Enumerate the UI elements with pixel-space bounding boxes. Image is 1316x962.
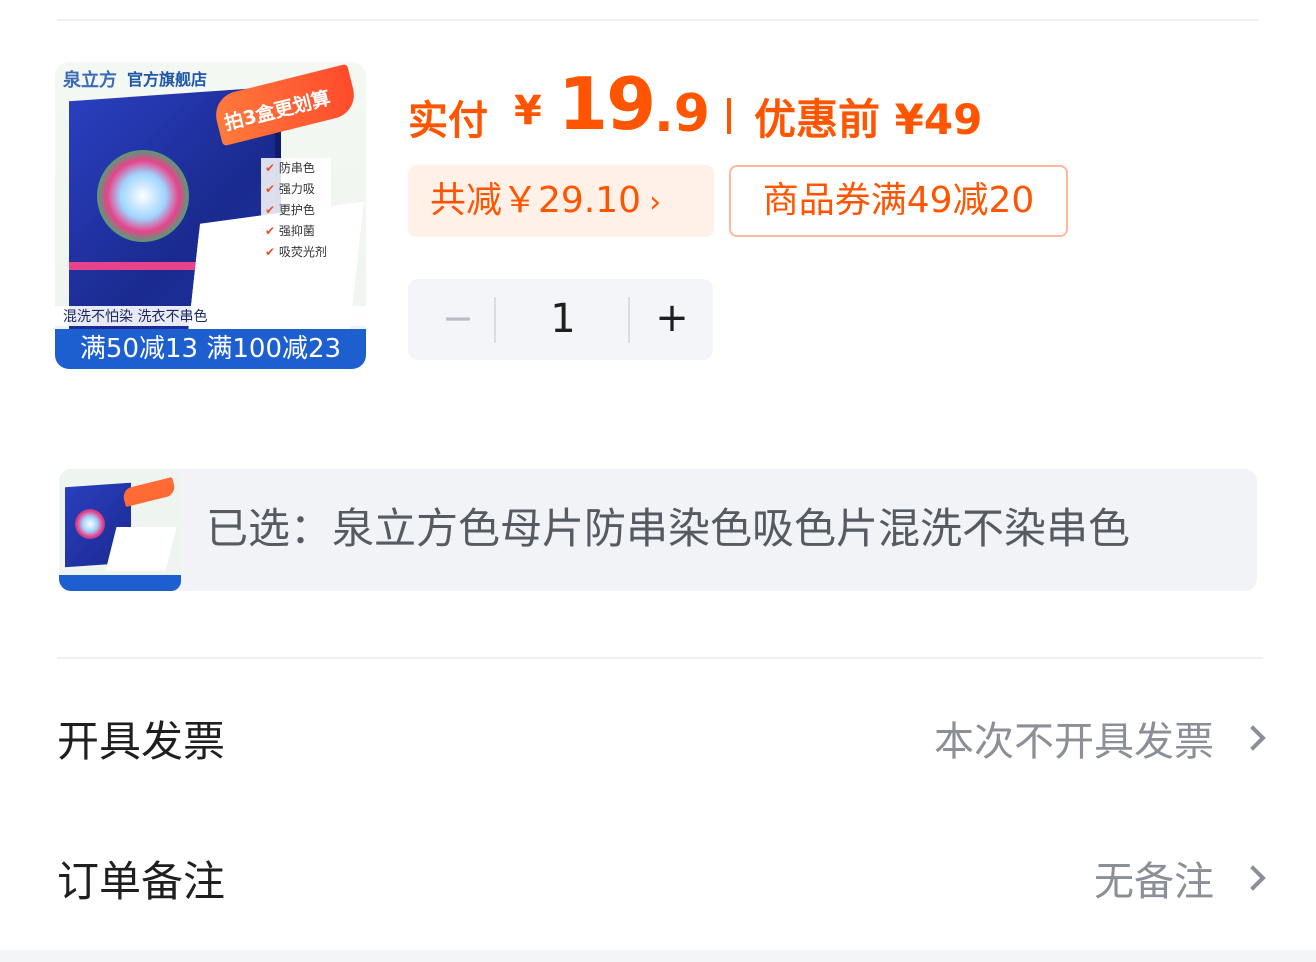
price-decimal: .9 xyxy=(654,84,710,144)
feature-item: 防串色 xyxy=(265,158,327,179)
price-separator xyxy=(727,98,731,134)
currency-symbol: ¥ xyxy=(514,88,542,134)
section-divider xyxy=(57,657,1263,659)
total-discount-text: 共减￥29.10 xyxy=(430,180,642,221)
feature-item: 强抑菌 xyxy=(265,221,327,242)
invoice-label: 开具发票 xyxy=(57,717,226,766)
product-circle-graphic xyxy=(97,150,189,242)
remark-value: 无备注 xyxy=(1094,859,1214,905)
variant-promo-graphic xyxy=(59,575,181,591)
total-discount-chip[interactable]: 共减￥29.10 › xyxy=(408,165,714,237)
bottom-band xyxy=(0,950,1316,962)
chevron-right-icon xyxy=(1240,865,1266,891)
stepper-divider xyxy=(628,297,630,343)
remark-row[interactable]: 订单备注 无备注 xyxy=(57,842,1266,922)
feature-list: 防串色 强力吸 更护色 强抑菌 吸荧光剂 xyxy=(261,158,331,263)
pay-label: 实付 xyxy=(408,98,488,144)
decrement-button[interactable]: − xyxy=(428,279,488,360)
price-integer: 19 xyxy=(558,62,656,146)
selected-variant-text: 已选：泉立方色母片防串染色吸色片混洗不染串色 xyxy=(206,504,1131,553)
original-price: 优惠前 ¥49 xyxy=(754,95,983,144)
chevron-right-icon xyxy=(1240,725,1266,751)
promo-banner: 满50减13 满100减23 xyxy=(55,329,366,369)
invoice-value: 本次不开具发票 xyxy=(934,719,1214,765)
feature-item: 更护色 xyxy=(265,200,327,221)
price-line: 实付 ¥ 19 .9 优惠前 ¥49 xyxy=(408,60,1108,146)
top-divider xyxy=(57,19,1259,21)
store-tag: 官方旗舰店 xyxy=(127,70,208,89)
selected-variant-row[interactable]: 已选：泉立方色母片防串染色吸色片混洗不染串色 xyxy=(59,469,1257,591)
variant-sheet-graphic xyxy=(105,527,177,571)
product-slogan: 混洗不怕染 洗衣不串色 xyxy=(55,306,366,326)
feature-item: 强力吸 xyxy=(265,179,327,200)
increment-button[interactable]: + xyxy=(642,279,702,360)
invoice-row[interactable]: 开具发票 本次不开具发票 xyxy=(57,702,1266,782)
variant-thumbnail xyxy=(59,469,181,591)
product-image[interactable]: 拍3盒更划算 泉立方 官方旗舰店 防串色 强力吸 更护色 强抑菌 吸荧光剂 混洗… xyxy=(55,62,366,369)
stepper-divider xyxy=(494,297,496,343)
coupon-chip[interactable]: 商品券满49减20 xyxy=(729,165,1068,237)
feature-item: 吸荧光剂 xyxy=(265,242,327,263)
quantity-input[interactable]: 1 xyxy=(504,279,622,360)
chevron-right-icon: › xyxy=(649,185,662,220)
variant-circle-graphic xyxy=(75,509,105,539)
brand-logo: 泉立方 xyxy=(63,70,117,91)
remark-label: 订单备注 xyxy=(57,857,226,906)
quantity-stepper: − 1 + xyxy=(408,279,713,360)
variant-flame-graphic xyxy=(121,476,177,508)
